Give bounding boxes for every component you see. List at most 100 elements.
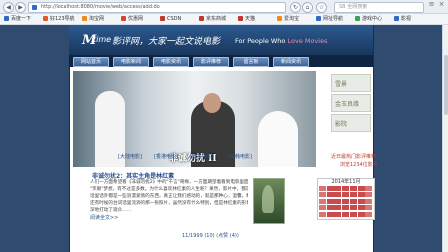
bookmark-icon bbox=[238, 16, 243, 21]
article-line: "笑眼"梦想，有不过是多数。为什么喜欢林红素的人生呢？果然，影片中，都是选择面对… bbox=[90, 187, 248, 192]
bookmark-item[interactable]: 游戏中心 bbox=[355, 15, 382, 23]
calendar-day[interactable] bbox=[334, 192, 342, 198]
calendar-day[interactable] bbox=[357, 186, 365, 191]
home-icon[interactable]: ⌂ bbox=[302, 2, 313, 13]
calendar-day[interactable] bbox=[334, 186, 342, 191]
calendar-day[interactable] bbox=[342, 186, 350, 191]
calendar-day[interactable] bbox=[334, 198, 342, 204]
calendar-day[interactable] bbox=[365, 192, 373, 198]
menu-item[interactable]: 电影资讯 bbox=[153, 57, 189, 67]
bookmark-item[interactable]: 优惠网 bbox=[121, 15, 143, 23]
page-icon bbox=[32, 5, 37, 10]
bookmark-label: 爱淘宝 bbox=[284, 16, 300, 22]
forward-icon[interactable]: ▶ bbox=[15, 2, 26, 13]
calendar-title: 2014年11月 bbox=[331, 179, 361, 185]
bookmark-item[interactable]: CSDN bbox=[160, 15, 181, 23]
calendar-day[interactable] bbox=[319, 211, 326, 217]
calendar-day[interactable] bbox=[357, 205, 365, 211]
calendar-day[interactable] bbox=[326, 186, 334, 191]
calendar-day[interactable] bbox=[349, 186, 357, 191]
calendar-day[interactable] bbox=[342, 198, 350, 204]
article-body: 人们一方面希望看《非诚勿扰2》中的"千言"奇缘，一方面期望着看到电影里面的 "笑眼… bbox=[90, 179, 248, 214]
calendar-day[interactable] bbox=[342, 205, 350, 211]
browser-toolbar: ◀ ▶ http://localhost:8080/movie/web/acce… bbox=[0, 0, 448, 14]
menu-icon[interactable]: ≡ bbox=[428, 1, 435, 8]
calendar-day[interactable] bbox=[326, 205, 334, 211]
calendar-day[interactable] bbox=[319, 198, 326, 204]
bookmark-label: 淘宝网 bbox=[89, 16, 105, 22]
bookmark-label: 好123导航 bbox=[50, 16, 75, 22]
slogan-en-highlight: Love Movies bbox=[287, 37, 328, 45]
menu-item[interactable]: 留言板 bbox=[233, 57, 269, 67]
calendar-day[interactable] bbox=[326, 198, 334, 204]
calendar-day[interactable] bbox=[365, 186, 373, 191]
side-thumbnail[interactable]: 金玉良缘 bbox=[331, 94, 371, 112]
close-icon[interactable]: × bbox=[438, 1, 445, 8]
movie-poster[interactable] bbox=[253, 178, 285, 224]
bookmark-item[interactable]: 爱淘宝 bbox=[277, 15, 299, 23]
bookmark-icon bbox=[394, 16, 399, 21]
pagination[interactable]: 11/1999 (10) (点赞 (4)) bbox=[182, 232, 239, 239]
bookmark-item[interactable]: 京东商城 bbox=[199, 15, 226, 23]
tab-western[interactable]: [欧美电影] bbox=[190, 153, 214, 161]
recent-reviews-title[interactable]: 近日最热门影评推荐 bbox=[331, 153, 376, 160]
main-menu: 网站首页 电影新闻 电影资讯 影评推荐 留言板 新闻资讯 bbox=[69, 55, 373, 67]
address-bar[interactable]: http://localhost:8080/movie/web/access/a… bbox=[28, 2, 286, 13]
calendar-day[interactable] bbox=[365, 198, 373, 204]
tab-japan-korea[interactable]: [日韩电影] bbox=[228, 153, 252, 161]
menu-item[interactable]: 电影新闻 bbox=[113, 57, 149, 67]
menu-item[interactable]: 网站首页 bbox=[73, 57, 109, 67]
bookmark-item[interactable]: 影视 bbox=[394, 15, 411, 23]
side-thumbnail-label: 影院 bbox=[335, 121, 348, 128]
bookmark-item[interactable]: 百度一下 bbox=[4, 15, 31, 23]
article-line: 深地打动了观众…… bbox=[90, 208, 132, 213]
star-icon[interactable]: ☆ bbox=[316, 2, 327, 13]
banner-figure bbox=[203, 93, 221, 113]
calendar-day[interactable] bbox=[357, 198, 365, 204]
calendar-day[interactable] bbox=[357, 211, 365, 217]
calendar-day[interactable] bbox=[342, 192, 350, 198]
search-input[interactable]: SB 全网搜索 bbox=[334, 2, 424, 13]
calendar-day[interactable] bbox=[319, 192, 326, 198]
calendar-day[interactable] bbox=[349, 211, 357, 217]
calendar-day[interactable] bbox=[349, 192, 357, 198]
read-more-link[interactable]: 阅读全文>> bbox=[90, 214, 118, 221]
calendar-day[interactable] bbox=[365, 205, 373, 211]
calendar-day[interactable] bbox=[365, 211, 373, 217]
calendar-day[interactable] bbox=[349, 205, 357, 211]
calendar-day[interactable] bbox=[349, 198, 357, 204]
search-placeholder: SB 全网搜索 bbox=[339, 4, 368, 10]
back-icon[interactable]: ◀ bbox=[3, 2, 14, 13]
side-thumbnail-label: 雪景 bbox=[335, 81, 348, 88]
bookmark-label: 游戏中心 bbox=[362, 16, 383, 22]
calendar-day[interactable] bbox=[334, 211, 342, 217]
calendar-day[interactable] bbox=[326, 211, 334, 217]
calendar-day[interactable] bbox=[319, 205, 326, 211]
calendar: 2014年11月 bbox=[317, 178, 375, 220]
side-thumbnail[interactable]: 影院 bbox=[331, 114, 371, 132]
refresh-icon[interactable]: ↻ bbox=[290, 2, 301, 13]
menu-item[interactable]: 新闻资讯 bbox=[273, 57, 309, 67]
bookmark-item[interactable]: 网址导航 bbox=[316, 15, 343, 23]
bookmark-item[interactable]: 天猫 bbox=[238, 15, 255, 23]
scrollbar-thumb[interactable] bbox=[444, 55, 448, 115]
bookmark-icon bbox=[199, 16, 204, 21]
tab-mainland[interactable]: [大陆电影] bbox=[118, 153, 142, 161]
side-thumbnail[interactable]: 雪景 bbox=[331, 74, 371, 92]
scrollbar[interactable] bbox=[442, 25, 448, 252]
bookmark-item[interactable]: 好123导航 bbox=[43, 15, 75, 23]
bookmark-icon bbox=[121, 16, 126, 21]
bookmark-label: 网址导航 bbox=[323, 16, 344, 22]
calendar-day[interactable] bbox=[342, 211, 350, 217]
calendar-day[interactable] bbox=[319, 186, 326, 191]
calendar-day[interactable] bbox=[334, 205, 342, 211]
bookmark-label: CSDN bbox=[167, 16, 182, 22]
recent-reviews-count: 浏览1234位影评 bbox=[340, 162, 378, 168]
bookmark-icon bbox=[160, 16, 165, 21]
bookmark-label: 优惠网 bbox=[128, 16, 144, 22]
menu-item[interactable]: 影评推荐 bbox=[193, 57, 229, 67]
tab-hongkong[interactable]: [香港电影] bbox=[154, 153, 178, 161]
calendar-day[interactable] bbox=[357, 192, 365, 198]
calendar-day[interactable] bbox=[326, 192, 334, 198]
bookmark-item[interactable]: 淘宝网 bbox=[82, 15, 104, 23]
